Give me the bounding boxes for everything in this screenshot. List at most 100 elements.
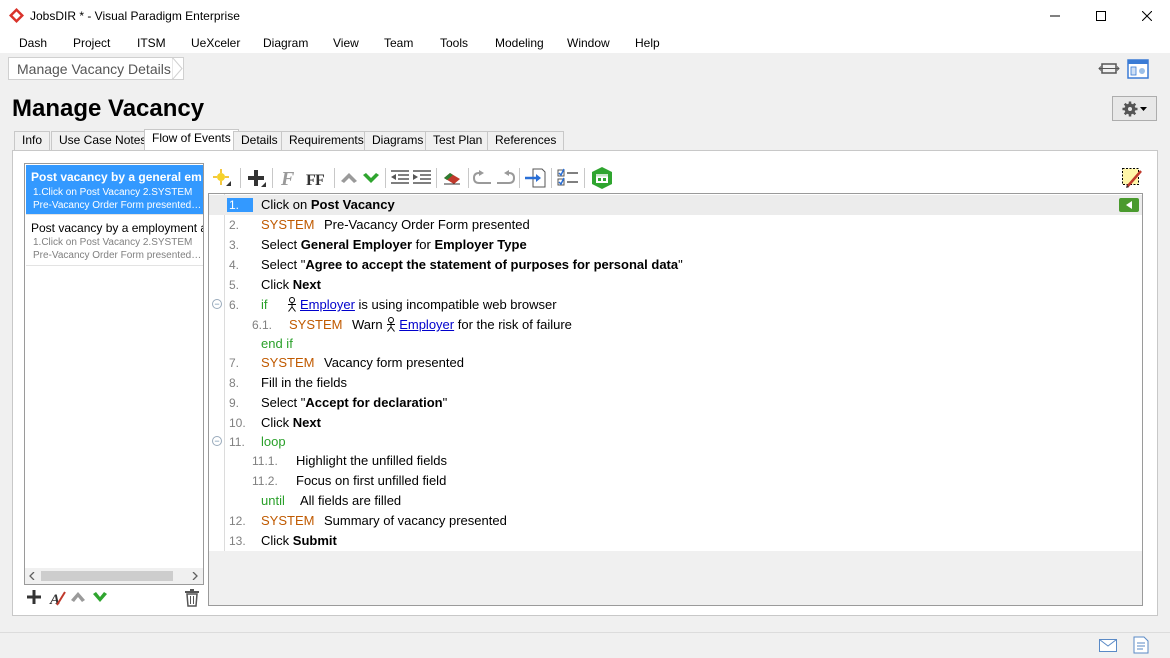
edit-pencil-icon (1122, 168, 1142, 188)
step-row[interactable]: 5. Click Next (209, 275, 1142, 295)
step-row[interactable]: 12. SYSTEM Summary of vacancy presented (209, 511, 1142, 531)
scrollbar-thumb[interactable] (41, 571, 173, 581)
wireframe-button[interactable] (590, 166, 614, 190)
menu-itsm[interactable]: ITSM (137, 36, 166, 50)
move-step-down-button[interactable] (359, 166, 383, 190)
svg-text:F: F (315, 172, 325, 189)
import-button[interactable] (523, 166, 547, 190)
scenario-item[interactable]: Post vacancy by a general em… 1.Click on… (26, 165, 203, 215)
minimize-button[interactable] (1032, 0, 1078, 32)
import-document-icon (525, 168, 546, 188)
bold-f-icon: F F (306, 172, 325, 189)
italic-format-button[interactable]: F (277, 166, 301, 190)
step-number: 1. (227, 198, 254, 212)
actor-link-employer[interactable]: Employer (300, 297, 355, 312)
settings-dropdown-button[interactable] (1112, 96, 1157, 121)
menu-uexceler[interactable]: UeXceler (191, 36, 240, 50)
step-row[interactable]: 7. SYSTEM Vacancy form presented (209, 353, 1142, 373)
maximize-icon (1096, 11, 1106, 21)
horizontal-scrollbar[interactable] (25, 568, 203, 584)
maximize-button[interactable] (1078, 0, 1124, 32)
system-keyword: SYSTEM (261, 217, 315, 232)
menu-view[interactable]: View (333, 36, 359, 50)
move-step-up-button[interactable] (337, 166, 361, 190)
undo-button[interactable] (471, 166, 495, 190)
step-row[interactable]: 10. Click Next (209, 413, 1142, 433)
move-down-icon[interactable] (92, 591, 108, 603)
step-text: All fields are filled (300, 493, 402, 508)
scenario-preview-line: 1.Click on Post Vacancy 2.SYSTEM (33, 237, 193, 248)
tab-details[interactable]: Details (233, 131, 286, 150)
step-row[interactable]: 11.1. Highlight the unfilled fields (209, 451, 1142, 471)
scenario-item[interactable]: Post vacancy by a employment ager 1.Clic… (26, 216, 203, 266)
step-row[interactable]: − 6. if Employer is using incompatible w… (209, 295, 1142, 315)
breadcrumb[interactable]: Manage Vacancy Details (8, 57, 184, 80)
bold-format-button[interactable]: F F (305, 166, 329, 190)
scroll-right-icon[interactable] (192, 572, 198, 580)
tab-info[interactable]: Info (14, 131, 51, 150)
eraser-icon (444, 173, 460, 185)
step-text: Click on Post Vacancy (261, 197, 395, 212)
step-row[interactable]: 3. Select General Employer for Employer … (209, 235, 1142, 255)
tab-use-case-notes[interactable]: Use Case Notes (51, 131, 155, 150)
step-text: Vacancy form presented (324, 355, 464, 370)
menu-modeling[interactable]: Modeling (495, 36, 544, 50)
toolbar-separator (240, 168, 241, 188)
step-row[interactable]: 9. Select "Accept for declaration" (209, 393, 1142, 413)
step-number: 6. (229, 298, 240, 312)
step-row[interactable]: 2. SYSTEM Pre-Vacancy Order Form present… (209, 215, 1142, 235)
add-step-button[interactable] (244, 166, 268, 190)
step-row[interactable]: 13. Click Submit (209, 531, 1142, 551)
step-row[interactable]: until All fields are filled (209, 491, 1142, 511)
step-row[interactable]: 6.1. SYSTEM Warn Employer for the risk o… (209, 315, 1142, 335)
document-edit-icon[interactable] (1133, 636, 1149, 654)
step-row[interactable]: 11.2. Focus on first unfilled field (209, 471, 1142, 491)
menu-team[interactable]: Team (384, 36, 413, 50)
menu-project[interactable]: Project (73, 36, 110, 50)
step-row[interactable]: 8. Fill in the fields (209, 373, 1142, 393)
step-row[interactable]: end if (209, 334, 1142, 354)
actor-icon (387, 317, 396, 332)
editor-toolbar: F F F (208, 164, 1144, 192)
checklist-icon (557, 168, 578, 186)
insert-special-button[interactable] (210, 166, 234, 190)
step-row[interactable]: − 11. loop (209, 432, 1142, 452)
page-title: Manage Vacancy (12, 95, 205, 122)
move-up-icon[interactable] (70, 591, 86, 603)
add-scenario-icon[interactable] (26, 589, 42, 605)
step-row[interactable]: 4. Select "Agree to accept the statement… (209, 255, 1142, 275)
fit-width-button[interactable] (1098, 60, 1120, 78)
rename-scenario-icon[interactable]: A (49, 589, 67, 607)
actor-link-employer[interactable]: Employer (399, 317, 454, 332)
clear-format-button[interactable] (440, 166, 464, 190)
menu-dash[interactable]: Dash (19, 36, 47, 50)
menu-diagram[interactable]: Diagram (263, 36, 308, 50)
menu-tools[interactable]: Tools (440, 36, 468, 50)
indent-button[interactable] (410, 166, 434, 190)
tab-test-plan[interactable]: Test Plan (425, 131, 491, 150)
step-text: Click Submit (261, 533, 337, 548)
tab-requirements[interactable]: Requirements (281, 131, 372, 150)
collapse-icon[interactable]: − (212, 299, 222, 309)
step-number: 11. (229, 435, 245, 449)
outdent-button[interactable] (388, 166, 412, 190)
scroll-left-icon[interactable] (29, 572, 35, 580)
close-button[interactable] (1124, 0, 1170, 32)
tab-flow-of-events[interactable]: Flow of Events (144, 129, 239, 150)
toolbar-separator (551, 168, 552, 188)
message-envelope-icon[interactable] (1099, 639, 1117, 652)
tab-references[interactable]: References (487, 131, 565, 150)
view-model-button[interactable] (1127, 59, 1149, 79)
step-row[interactable]: 1. Click on Post Vacancy (209, 195, 1142, 215)
delete-scenario-icon[interactable] (184, 589, 200, 607)
flow-of-events-editor[interactable]: 1. Click on Post Vacancy 2. SYSTEM Pre-V… (208, 193, 1143, 606)
redo-button[interactable] (493, 166, 517, 190)
tab-diagrams[interactable]: Diagrams (364, 131, 432, 150)
collapse-icon[interactable]: − (212, 436, 222, 446)
menu-window[interactable]: Window (567, 36, 610, 50)
toolbar-separator (436, 168, 437, 188)
step-menu-button[interactable] (1119, 198, 1139, 212)
test-procedure-button[interactable] (556, 166, 580, 190)
menu-help[interactable]: Help (635, 36, 660, 50)
edit-mode-button[interactable] (1120, 166, 1144, 190)
